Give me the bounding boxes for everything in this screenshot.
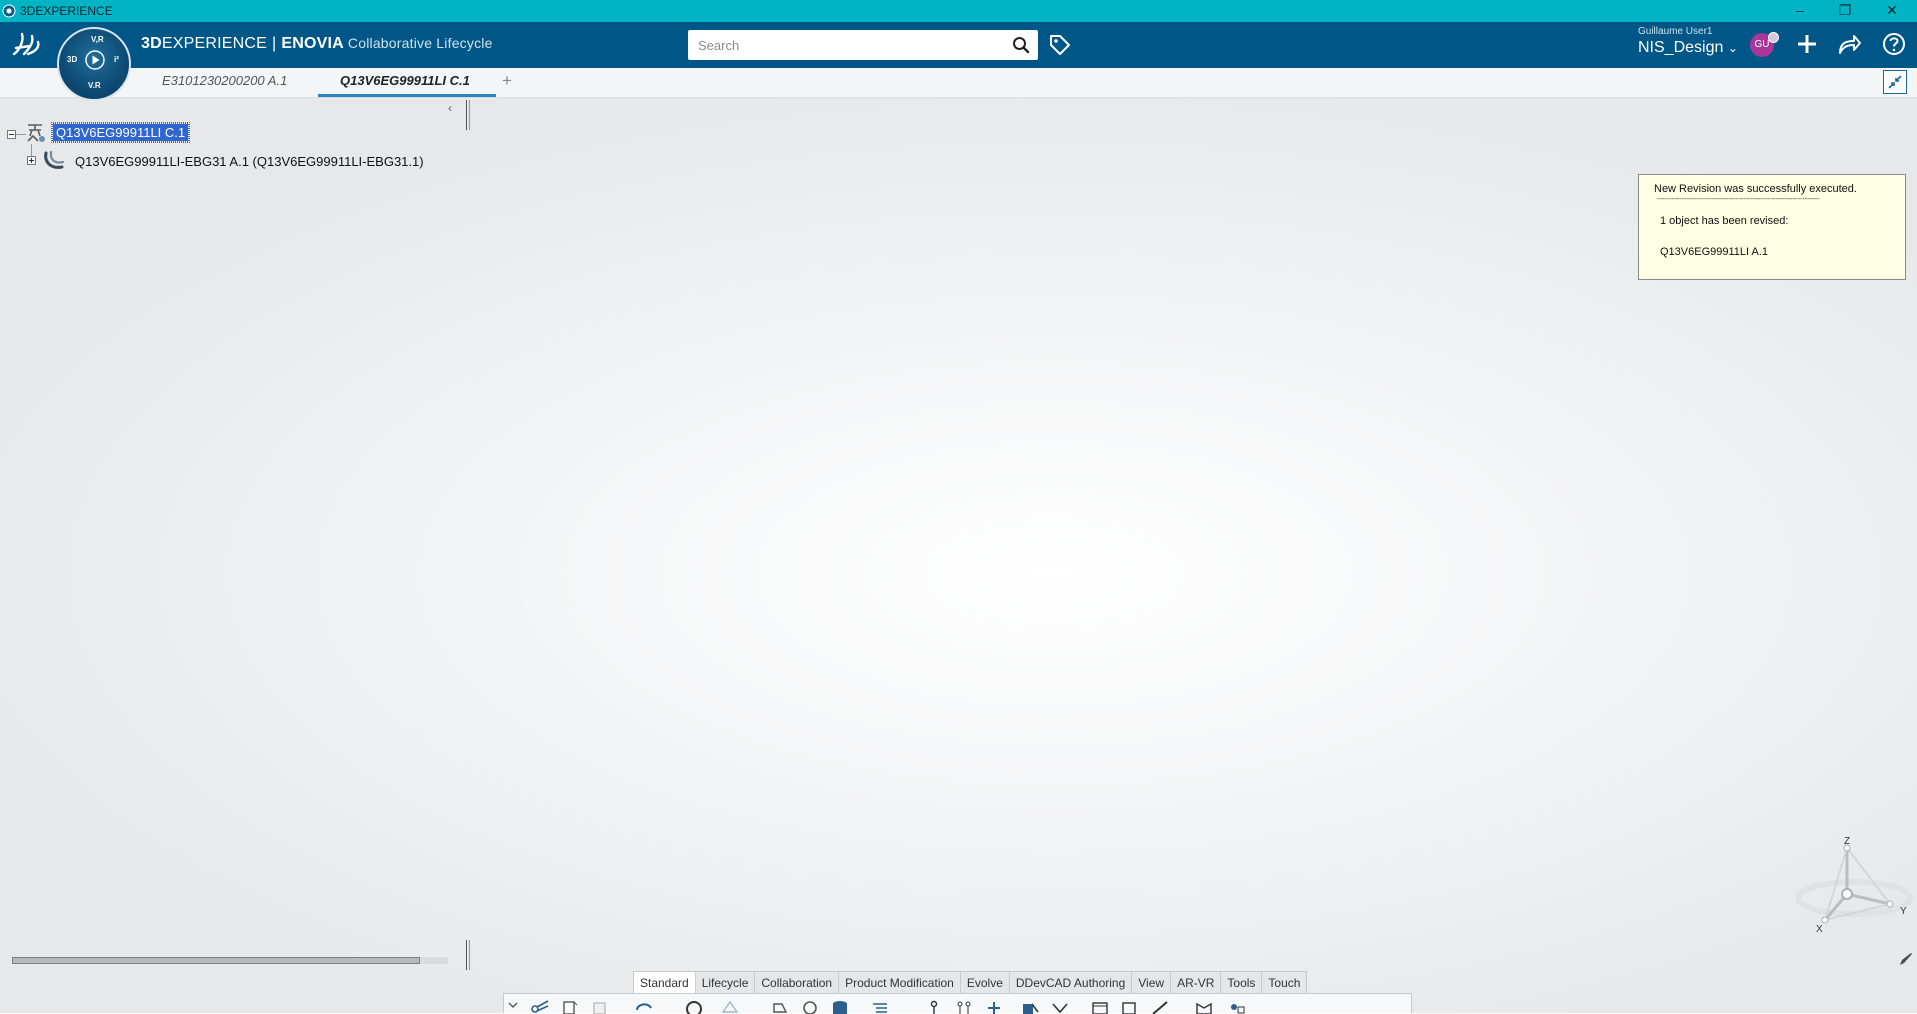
action-tab-product-modification[interactable]: Product Modification <box>838 971 961 993</box>
tree-expand-icon[interactable] <box>27 156 36 165</box>
add-icon[interactable] <box>1794 31 1820 57</box>
action-tab-lifecycle[interactable]: Lifecycle <box>694 971 756 993</box>
action-tab-standard[interactable]: Standard <box>633 971 696 993</box>
tree-scrollbar-thumb[interactable] <box>12 957 420 964</box>
bottom-splitter-edge <box>469 940 470 970</box>
fly-icon[interactable] <box>720 998 740 1014</box>
tree-root-node[interactable]: Q13V6EG99911LI C.1 <box>50 122 191 143</box>
copy-icon[interactable] <box>560 998 580 1014</box>
chevron-down-icon: ⌄ <box>1727 41 1738 55</box>
play-icon[interactable] <box>84 49 106 71</box>
brand-app: ENOVIA <box>281 35 344 52</box>
compass-right-label: i² <box>114 55 119 64</box>
collapse-view-icon <box>1888 75 1902 89</box>
3d-canvas[interactable]: ‹ Q13V6EG99911LI C.1 Q13V6EG99911LI-EBG3… <box>0 98 1917 1013</box>
action-tab-tools[interactable]: Tools <box>1220 971 1263 993</box>
move-icon[interactable] <box>1020 998 1040 1014</box>
action-tab-view[interactable]: View <box>1131 971 1172 993</box>
axis-z-label: Z <box>1844 836 1850 847</box>
route-icon[interactable] <box>1050 998 1070 1014</box>
workspace-selector[interactable]: NIS_Design ⌄ <box>1638 39 1738 57</box>
notification-divider: ----------------------------------------… <box>1657 194 1820 203</box>
tree-connector <box>16 134 26 135</box>
cut-icon[interactable] <box>530 998 550 1014</box>
brand-3d: 3D <box>141 35 162 52</box>
minimize-icon[interactable]: – <box>1778 0 1822 22</box>
add-tab-button[interactable]: + <box>502 71 512 91</box>
brand-experience: EXPERIENCE <box>161 35 267 52</box>
brand-title: 3DEXPERIENCE | ENOVIA Collaborative Lifecyc… <box>141 35 493 53</box>
harness-part-icon <box>44 150 65 169</box>
undo-icon[interactable] <box>634 998 654 1014</box>
measure-icon[interactable] <box>1150 998 1170 1014</box>
user-block[interactable]: Guillaume User1 NIS_Design ⌄ <box>1638 26 1738 57</box>
zoom-icon[interactable] <box>684 998 704 1014</box>
sketch-icon[interactable] <box>770 998 790 1014</box>
window-title: 3DEXPERIENCE <box>20 4 113 18</box>
action-tab-ddevcad-authoring[interactable]: DDevCAD Authoring <box>1008 971 1133 993</box>
tree-splitter-edge <box>469 100 470 130</box>
collapse-tree-arrow-icon[interactable]: ‹ <box>448 101 452 115</box>
restore-icon[interactable]: ❐ <box>1823 0 1867 22</box>
action-tab-touch[interactable]: Touch <box>1261 971 1308 993</box>
search-input[interactable] <box>696 30 1000 60</box>
compass-widget[interactable]: V,R 3D i² V.R <box>57 27 131 101</box>
active-tab-indicator <box>318 94 496 97</box>
axis-y-label: Y <box>1900 906 1907 917</box>
fullscreen-button[interactable] <box>1883 70 1907 94</box>
brand-subtitle: Collaborative Lifecycle <box>347 35 493 51</box>
bottom-splitter[interactable] <box>466 940 467 970</box>
top-bar: 3DEXPERIENCE | ENOVIA Collaborative Lifecyc… <box>0 22 1917 68</box>
close-icon[interactable]: ✕ <box>1870 0 1914 22</box>
compass-left-label: 3D <box>67 55 78 64</box>
tree-collapse-icon[interactable] <box>7 130 16 139</box>
compass-bottom-label: V.R <box>88 81 101 90</box>
action-tab-ar-vr[interactable]: AR-VR <box>1170 971 1222 993</box>
tag-icon[interactable] <box>1048 33 1072 57</box>
tab-e3101230200200[interactable]: E3101230200200 A.1 <box>162 73 287 88</box>
section-icon[interactable] <box>1194 998 1214 1014</box>
action-tab-collaboration[interactable]: Collaboration <box>754 971 840 993</box>
action-tab-evolve[interactable]: Evolve <box>959 971 1010 993</box>
product-root-icon <box>27 124 45 142</box>
brand-separator: | <box>272 35 277 52</box>
action-bar-icons <box>503 993 1412 1014</box>
multi-pin-icon[interactable] <box>954 998 974 1014</box>
tree-splitter[interactable] <box>466 100 467 130</box>
compass-top-label: V,R <box>91 35 104 44</box>
tree-child-node[interactable]: Q13V6EG99911LI-EBG31 A.1 (Q13V6EG99911LI… <box>75 154 424 169</box>
dassault-logo-icon[interactable] <box>10 30 44 60</box>
help-icon[interactable] <box>1881 31 1907 57</box>
action-bar-tabs: Standard Lifecycle Collaboration Product… <box>633 971 1308 993</box>
notification-line3: Q13V6EG99911LI A.1 <box>1660 246 1769 258</box>
pin-icon[interactable] <box>924 998 944 1014</box>
tree-connector <box>31 144 32 156</box>
search-box <box>688 30 1038 60</box>
app-icon <box>2 4 16 18</box>
share-icon[interactable] <box>1836 31 1862 57</box>
refresh-icon[interactable] <box>800 998 820 1014</box>
pen-icon[interactable] <box>1898 951 1914 967</box>
os-title-bar: 3DEXPERIENCE – ❐ ✕ <box>0 0 1917 22</box>
chevron-down-icon[interactable] <box>508 998 518 1014</box>
tab-bar: E3101230200200 A.1 Q13V6EG99911LI C.1 + <box>0 68 1917 98</box>
notification-line2: 1 object has been revised: <box>1660 215 1789 227</box>
tree-root-label: Q13V6EG99911LI C.1 <box>50 122 191 143</box>
tree-list-icon[interactable] <box>870 998 890 1014</box>
user-tool-icon[interactable] <box>1226 998 1246 1014</box>
avatar-status-dot <box>1768 32 1779 43</box>
user-name: Guillaume User1 <box>1638 26 1713 37</box>
add-pin-icon[interactable] <box>984 998 1004 1014</box>
search-icon[interactable] <box>1012 36 1030 54</box>
paste-icon[interactable] <box>590 998 610 1014</box>
panel-icon[interactable] <box>1090 998 1110 1014</box>
workspace-label: NIS_Design <box>1638 39 1724 56</box>
table-edit-icon[interactable] <box>1120 998 1140 1014</box>
axis-triad-icon[interactable]: Z Y X <box>1796 834 1914 934</box>
notification-panel: New Revision was successfully executed. … <box>1638 174 1906 280</box>
axis-x-label: X <box>1816 924 1823 934</box>
database-icon[interactable] <box>830 998 850 1014</box>
tab-q13v6eg99911li[interactable]: Q13V6EG99911LI C.1 <box>340 73 470 88</box>
